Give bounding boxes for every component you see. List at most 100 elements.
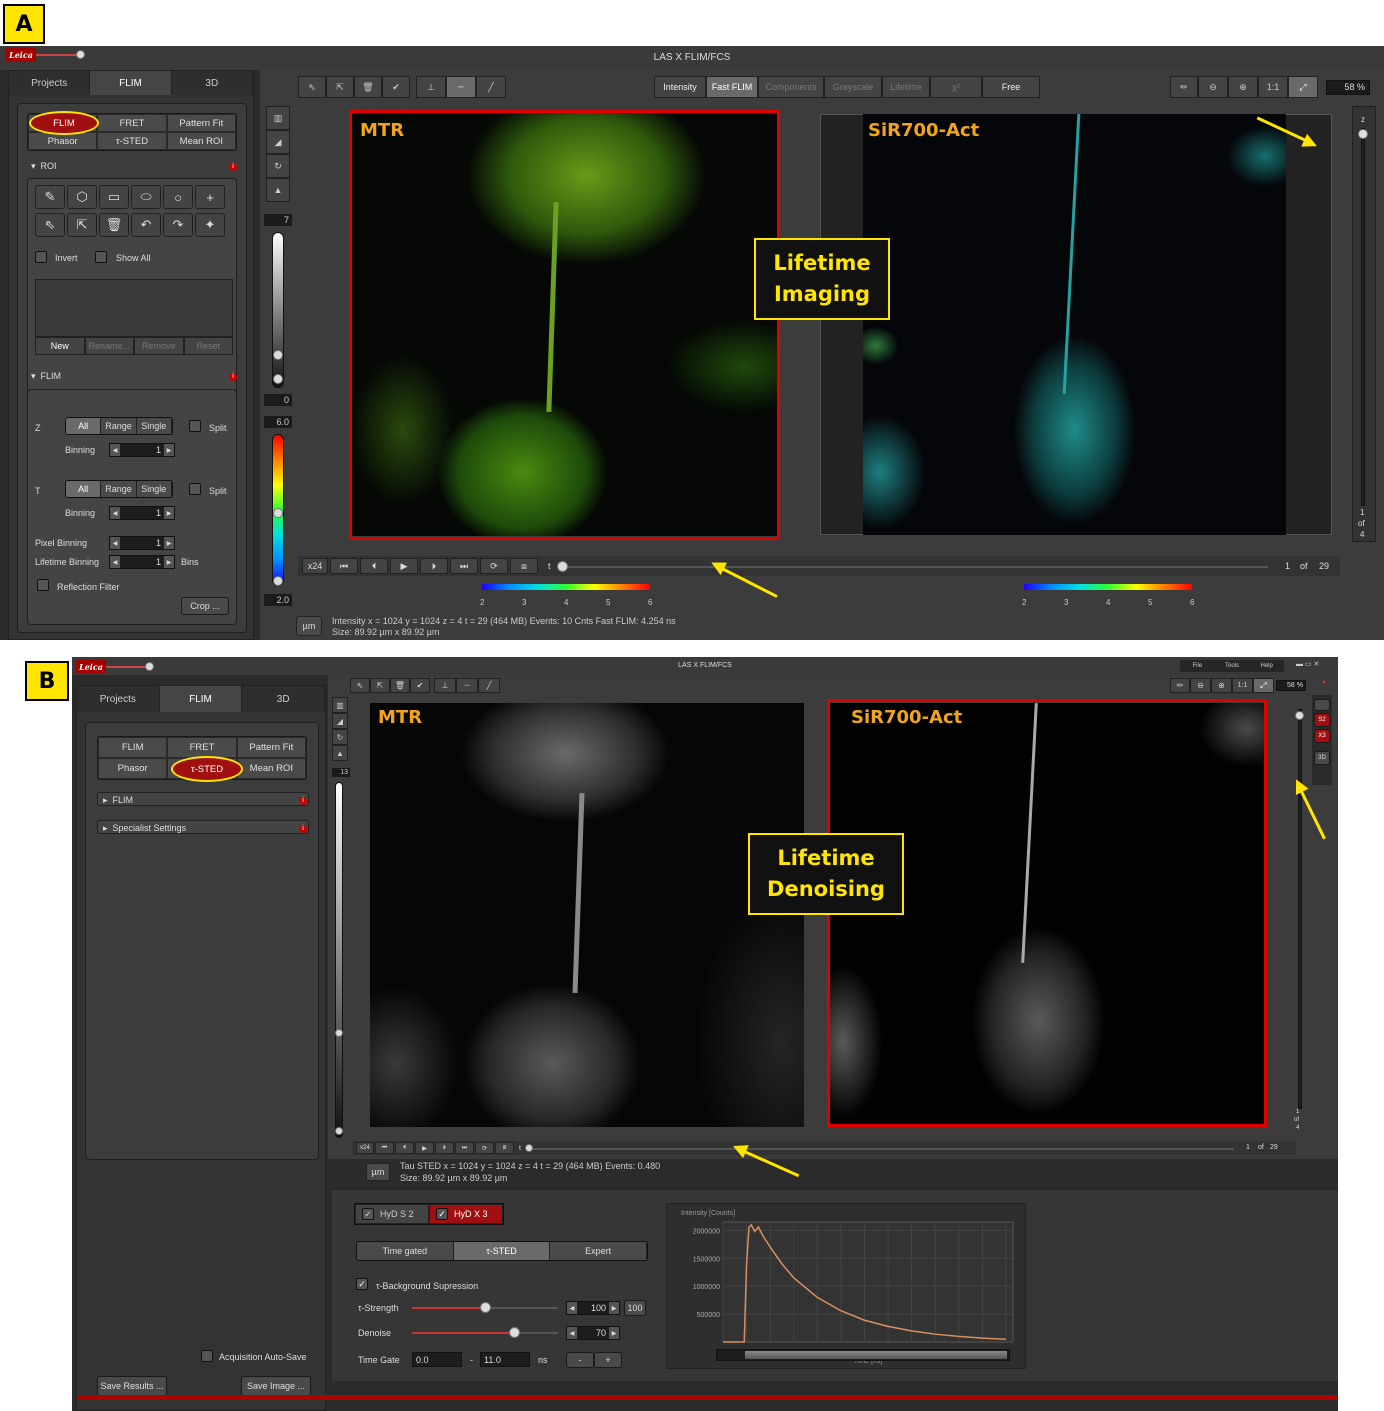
lifetime-min-field[interactable]: 2.0 bbox=[264, 594, 292, 606]
speed-button[interactable]: x24 bbox=[302, 558, 328, 574]
z-split-checkbox[interactable] bbox=[189, 420, 201, 432]
checkmark-icon[interactable]: ✔ bbox=[382, 76, 410, 98]
strength-max-button[interactable]: 100 bbox=[624, 1300, 646, 1316]
mode-pattern-fit[interactable]: Pattern Fit bbox=[236, 737, 306, 758]
decrement-icon[interactable]: ◀ bbox=[110, 556, 120, 568]
histogram-icon[interactable]: ▲ bbox=[332, 745, 348, 761]
unit-button[interactable]: µm bbox=[296, 616, 322, 636]
fit-to-window-icon[interactable]: ⤢ bbox=[1288, 76, 1318, 98]
intensity-lut-bar[interactable] bbox=[272, 232, 284, 388]
zoom-slider-knob[interactable] bbox=[145, 662, 154, 671]
detector-hyd-s2[interactable]: ✓ HyD S 2 bbox=[355, 1204, 429, 1224]
roi-ellipse-icon[interactable]: ⬭ bbox=[131, 185, 161, 209]
intensity-max-field[interactable]: 13 bbox=[332, 768, 350, 777]
magic-wand-icon[interactable]: ✦ bbox=[195, 213, 225, 237]
lifetime-lut-knob-min[interactable] bbox=[273, 576, 283, 586]
checkmark-icon[interactable]: ✔ bbox=[410, 678, 430, 693]
z-binning-spinner[interactable]: ◀ 1 ▶ bbox=[109, 443, 175, 457]
gradient-icon[interactable]: ◢ bbox=[266, 130, 290, 154]
last-frame-icon[interactable]: ⏭ bbox=[450, 558, 478, 574]
invert-checkbox[interactable] bbox=[35, 251, 47, 263]
mode-tau-sted[interactable]: τ-STED bbox=[171, 756, 243, 782]
time-gate-from-input[interactable] bbox=[412, 1352, 462, 1367]
pencil-icon[interactable]: ✏ bbox=[1170, 76, 1198, 98]
tab-flim[interactable]: FLIM bbox=[90, 71, 172, 95]
zoom-slider-knob[interactable] bbox=[76, 50, 85, 59]
denoise-spinner[interactable]: ◀ 70 ▶ bbox=[566, 1326, 620, 1340]
specialist-header[interactable]: ▸ Specialist Settings i bbox=[103, 823, 307, 834]
increment-icon[interactable]: ▶ bbox=[164, 537, 174, 549]
dotted-line-icon[interactable]: ┄ bbox=[456, 678, 478, 693]
roi-circle-icon[interactable]: ○ bbox=[163, 185, 193, 209]
menu-tools[interactable]: Tools bbox=[1214, 660, 1250, 672]
trash-icon[interactable]: 🗑 bbox=[354, 76, 382, 98]
zoom-slider-track[interactable] bbox=[36, 54, 80, 56]
strength-value[interactable]: 100 bbox=[577, 1303, 609, 1313]
info-icon[interactable]: i bbox=[229, 162, 237, 171]
select-arrow-icon[interactable]: ⇖ bbox=[35, 213, 65, 237]
mode-mean-roi[interactable]: Mean ROI bbox=[166, 132, 236, 150]
t-binning-spinner[interactable]: ◀ 1 ▶ bbox=[109, 506, 175, 520]
select-all-icon[interactable]: ⇱ bbox=[326, 76, 354, 98]
alert-icon[interactable]: ● bbox=[1322, 679, 1326, 686]
bg-suppression-checkbox[interactable]: ✓ bbox=[356, 1278, 368, 1290]
time-knob[interactable] bbox=[557, 561, 568, 572]
strength-slider-knob[interactable] bbox=[480, 1302, 491, 1313]
roi-new-button[interactable]: New bbox=[35, 337, 85, 355]
pixel-binning-value[interactable]: 1 bbox=[120, 538, 164, 548]
roi-reset-button[interactable]: Reset bbox=[183, 337, 233, 355]
select-all-icon[interactable]: ⇱ bbox=[370, 678, 390, 693]
pixel-binning-spinner[interactable]: ◀ 1 ▶ bbox=[109, 536, 175, 550]
pencil-icon[interactable]: ✏ bbox=[1170, 678, 1190, 693]
mode-chi-squared[interactable]: χ² bbox=[930, 76, 982, 98]
flim-header[interactable]: ▾ FLIM i bbox=[31, 371, 237, 382]
menu-help[interactable]: Help bbox=[1249, 660, 1285, 672]
roi-header[interactable]: ▾ ROI i bbox=[31, 161, 237, 172]
time-track[interactable] bbox=[562, 566, 1268, 568]
gradient-icon[interactable]: ◢ bbox=[332, 713, 348, 729]
play-icon[interactable]: ▶ bbox=[415, 1142, 434, 1154]
save-image-button[interactable]: Save Image ... bbox=[241, 1376, 311, 1396]
z-range-option[interactable]: Range bbox=[101, 418, 137, 434]
roi-list[interactable] bbox=[35, 279, 233, 337]
tab-3d[interactable]: 3D bbox=[171, 71, 253, 95]
roi-remove-button[interactable]: Remove bbox=[134, 337, 184, 355]
zoom-slider-track[interactable] bbox=[106, 666, 148, 668]
fit-to-window-icon[interactable]: ⤢ bbox=[1253, 678, 1274, 693]
t-single-option[interactable]: Single bbox=[136, 481, 172, 497]
loop-icon[interactable]: ⟳ bbox=[480, 558, 508, 574]
mode-tau-sted[interactable]: τ-STED bbox=[97, 132, 167, 150]
acq-autosave-checkbox[interactable] bbox=[201, 1350, 213, 1362]
mode-grayscale[interactable]: Grayscale bbox=[824, 76, 882, 98]
lifetime-binning-spinner[interactable]: ◀ 1 ▶ bbox=[109, 555, 175, 569]
intensity-lut-knob[interactable] bbox=[273, 350, 283, 360]
decrement-icon[interactable]: ◀ bbox=[567, 1327, 577, 1339]
next-frame-icon[interactable]: ⏵ bbox=[420, 558, 448, 574]
mode-phasor[interactable]: Phasor bbox=[98, 758, 168, 779]
t-binning-value[interactable]: 1 bbox=[120, 508, 164, 518]
pointer-icon[interactable]: ⇖ bbox=[298, 76, 326, 98]
reflection-filter-checkbox[interactable] bbox=[37, 579, 49, 591]
crop-button[interactable]: Crop ... bbox=[181, 597, 229, 615]
actual-size-icon[interactable]: 1:1 bbox=[1258, 76, 1288, 98]
t-range-option[interactable]: Range bbox=[101, 481, 137, 497]
method-tau-sted[interactable]: τ-STED bbox=[453, 1242, 551, 1260]
speed-button[interactable]: x24 bbox=[356, 1142, 374, 1154]
sir700-image-b[interactable] bbox=[830, 703, 1264, 1127]
histogram-icon[interactable]: ▲ bbox=[266, 178, 290, 202]
refresh-icon[interactable]: ↻ bbox=[266, 154, 290, 178]
decrement-icon[interactable]: ◀ bbox=[567, 1302, 577, 1314]
z-slider-track[interactable] bbox=[1298, 709, 1302, 1109]
mode-fret[interactable]: FRET bbox=[97, 114, 167, 132]
zoom-out-icon[interactable]: ⊖ bbox=[1190, 678, 1211, 693]
checkmark-icon[interactable]: ✓ bbox=[436, 1208, 448, 1220]
roi-polygon-icon[interactable]: ⬡ bbox=[67, 185, 97, 209]
trash-icon[interactable]: 🗑 bbox=[390, 678, 410, 693]
z-binning-value[interactable]: 1 bbox=[120, 445, 164, 455]
mode-flim[interactable]: FLIM bbox=[98, 737, 168, 758]
select-all-icon[interactable]: ⇱ bbox=[67, 213, 97, 237]
time-gate-plus-button[interactable]: + bbox=[594, 1352, 622, 1368]
mode-components[interactable]: Components bbox=[758, 76, 824, 98]
increment-icon[interactable]: ▶ bbox=[609, 1302, 619, 1314]
mode-fret[interactable]: FRET bbox=[167, 737, 237, 758]
